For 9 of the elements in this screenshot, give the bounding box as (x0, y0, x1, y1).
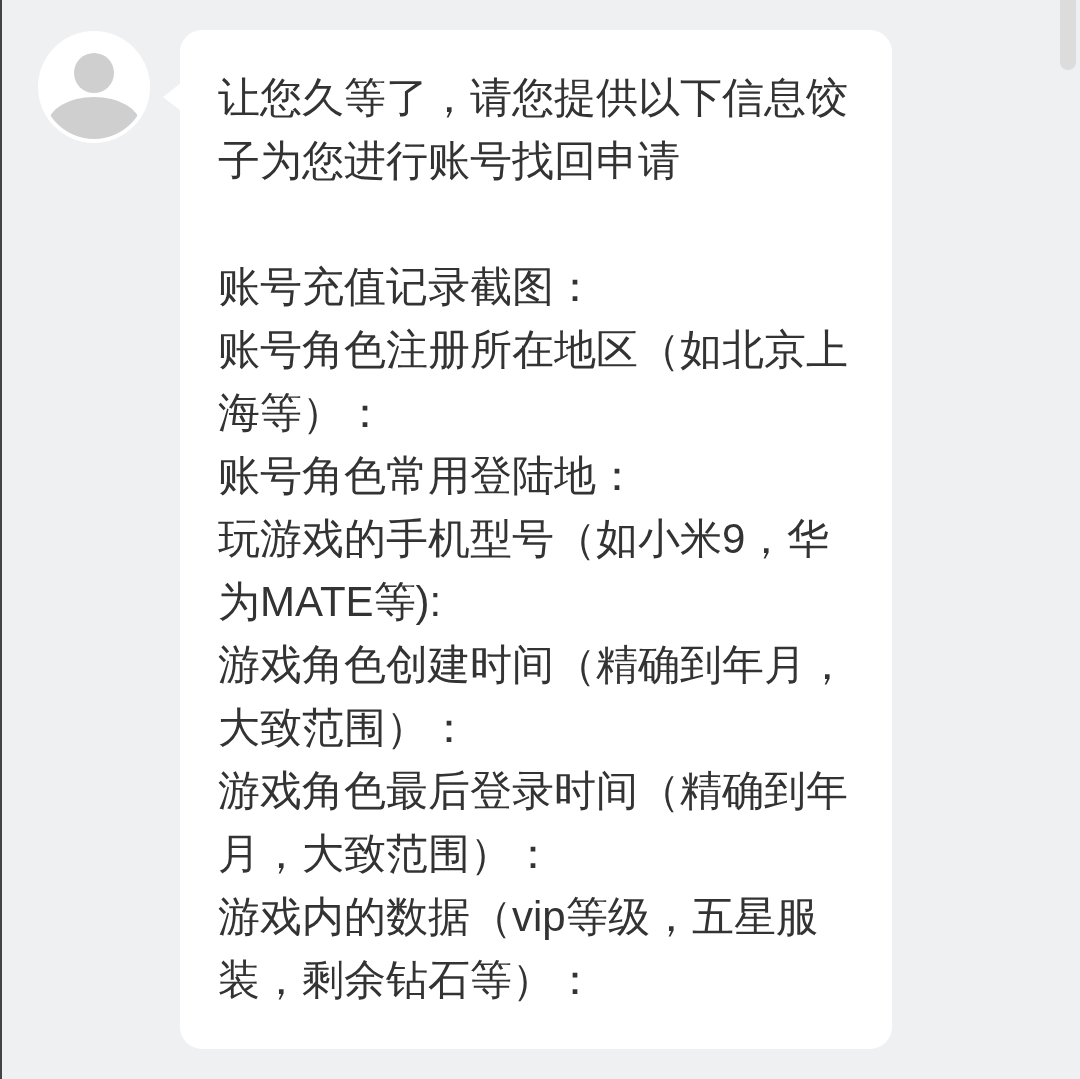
form-field-prompt: 账号角色常用登陆地： (218, 451, 639, 501)
form-field-prompt: 玩游戏的手机型号（如小米9，华为MATE等): (218, 514, 831, 627)
avatar-icon (38, 31, 150, 143)
form-field-prompt: 游戏内的数据（vip等级，五星服装，剩余钻石等）： (218, 892, 819, 1005)
form-field-prompt: 游戏角色最后登录时间（精确到年月，大致范围）： (218, 766, 849, 879)
message-text: 让您久等了，请您提供以下信息饺子为您进行账号找回申请 (218, 73, 849, 186)
form-field-prompt: 账号角色注册所在地区（如北京上海等）： (218, 325, 849, 438)
form-field-prompt: 游戏角色创建时间（精确到年月，大致范围）： (218, 640, 849, 753)
form-field-prompt: 账号充值记录截图： (218, 262, 597, 312)
